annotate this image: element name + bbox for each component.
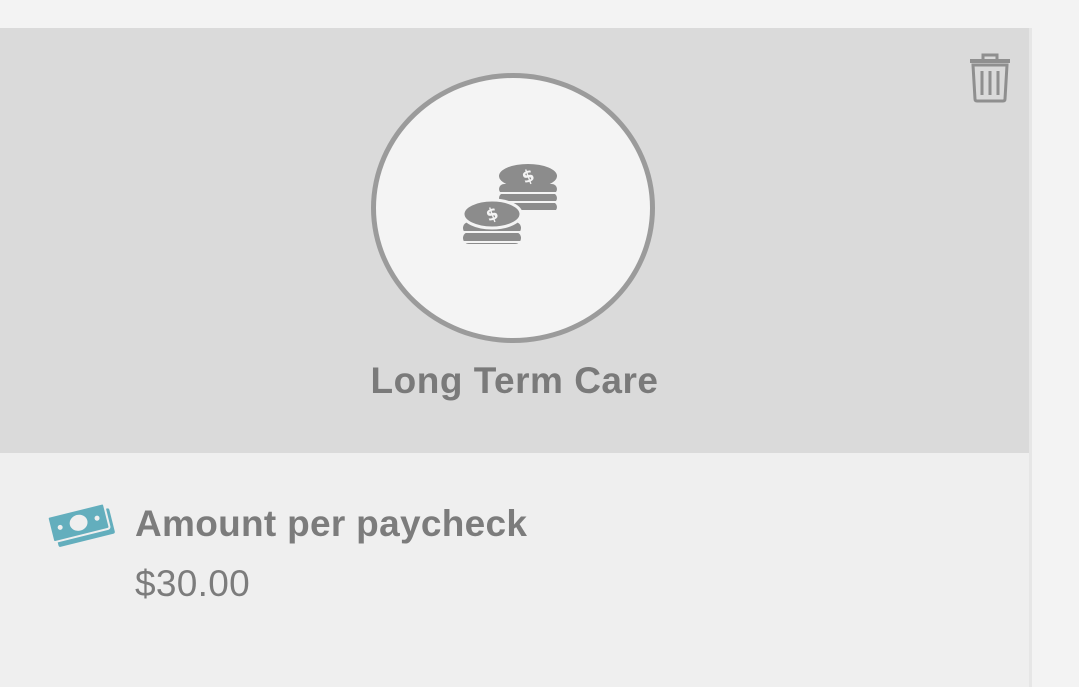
coins-icon: $ $: [463, 164, 557, 244]
card-header: $ $ Long Term Care: [0, 28, 1029, 453]
amount-value: $30.00: [135, 563, 250, 604]
money-icon: [48, 502, 115, 547]
category-icon-circle: $ $: [371, 73, 655, 343]
amount-label: Amount per paycheck: [135, 503, 528, 544]
page: $ $ Long Term Care Amount per paycheck $…: [0, 0, 1079, 687]
benefit-card: $ $ Long Term Care Amount per paycheck $…: [0, 28, 1029, 687]
amount-detail: Amount per paycheck $30.00: [0, 453, 1029, 687]
delete-button[interactable]: [962, 50, 1018, 106]
card-title: Long Term Care: [370, 360, 659, 401]
trash-icon: [970, 53, 1010, 103]
right-gutter: [1029, 28, 1079, 687]
